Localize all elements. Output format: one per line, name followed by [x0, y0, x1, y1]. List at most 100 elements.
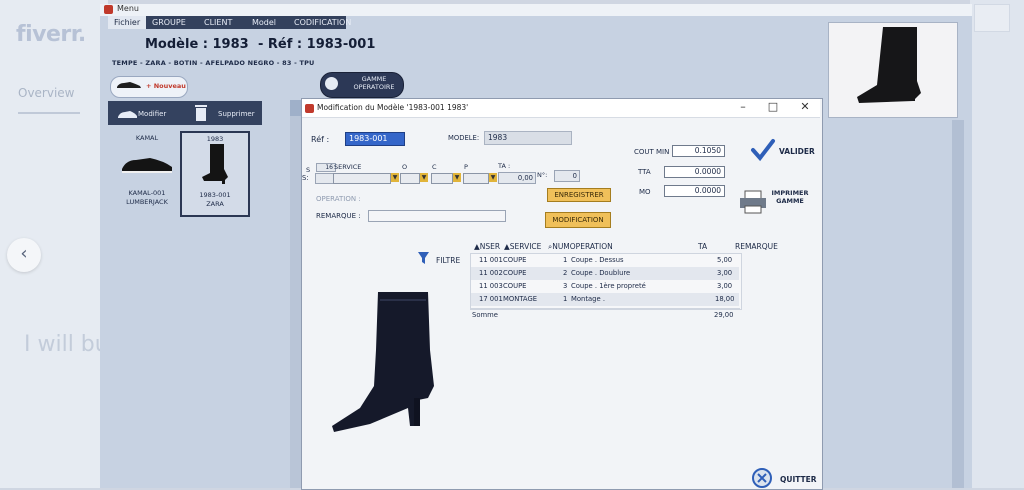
chevron-down-icon[interactable]: ▼ — [488, 173, 497, 182]
cell-service: MONTAGE — [503, 295, 538, 303]
app-titlebar — [100, 4, 972, 16]
column-header-remarque[interactable]: REMARQUE — [735, 242, 778, 251]
minimize-icon[interactable]: – — [734, 100, 752, 114]
exit-icon[interactable] — [752, 468, 772, 488]
cell-nser: 17 001 — [479, 295, 503, 303]
cell-ta: 3,00 — [717, 269, 733, 277]
dialog-icon — [305, 104, 314, 113]
gamme-operatoire-label: GAMME OPERATOIRE — [353, 75, 395, 91]
fiverr-logo: fiverr. — [16, 22, 86, 47]
o-label: O — [402, 163, 408, 171]
ta-label: TA : — [498, 162, 511, 170]
check-icon[interactable] — [750, 137, 776, 163]
table-row[interactable]: 11 001 COUPE 1 Coupe . Dessus 5,00 — [471, 254, 739, 267]
menu-groupe[interactable]: GROUPE — [146, 16, 192, 29]
modifier-button[interactable]: Modifier — [138, 110, 166, 118]
c-select[interactable] — [431, 173, 453, 184]
table-row[interactable]: 11 002 COUPE 2 Coupe . Doublure 3,00 — [471, 267, 739, 280]
menu-fichier[interactable]: Fichier — [108, 16, 147, 29]
model-card-1983[interactable]: 1983 1983-001 ZARA — [180, 131, 250, 217]
cell-operation: Coupe . 1ère propreté — [571, 282, 646, 290]
n-label: N°: — [537, 171, 548, 179]
remarque-label: REMARQUE : — [316, 212, 361, 220]
n-input[interactable]: 0 — [554, 170, 580, 182]
imprimer-gamme-button[interactable]: IMPRIMER GAMME — [770, 189, 810, 205]
menu-model[interactable]: Model — [246, 16, 282, 29]
chevron-down-icon[interactable]: ▼ — [452, 173, 461, 182]
cell-num: 3 — [563, 282, 568, 290]
column-header-numoperation[interactable]: ⌕NUMOPERATION — [548, 242, 613, 252]
table-row[interactable]: 17 001 MONTAGE 1 Montage . 18,00 — [471, 293, 739, 306]
modification-button[interactable]: MODIFICATION — [545, 212, 611, 228]
loafer-image — [122, 158, 172, 173]
filter-icon[interactable] — [417, 251, 430, 265]
gear-icon — [325, 77, 338, 90]
s-small-input[interactable]: 16 — [316, 163, 336, 172]
app-icon — [104, 5, 113, 14]
ref-label: Réf : — [311, 135, 330, 144]
tta-field[interactable]: 0.0000 — [664, 166, 725, 178]
cell-nser: 11 001 — [479, 256, 503, 264]
column-header-nser[interactable]: ▲NSER — [474, 242, 500, 251]
tta-label: TTA — [638, 168, 651, 176]
model-card-kamal[interactable]: KAMAL KAMAL-001 LUMBERJACK — [114, 131, 180, 213]
ref-input[interactable]: 1983-001 — [345, 132, 405, 146]
modele-input[interactable]: 1983 — [484, 131, 572, 145]
ta-input[interactable]: 0,00 — [498, 172, 536, 184]
boot-thumbnail — [202, 144, 228, 184]
page-title-model: Modèle : 1983 — [145, 37, 249, 52]
background-right-box — [974, 4, 1010, 32]
tab-codification[interactable]: CODIFICATION — [288, 16, 357, 29]
menu-client[interactable]: CLIENT — [198, 16, 238, 29]
mo-field[interactable]: 0.0000 — [664, 185, 725, 197]
card-brand: ZARA — [206, 200, 224, 208]
cout-min-label: COUT MIN — [634, 148, 670, 156]
filtre-button[interactable]: FILTRE — [436, 256, 460, 265]
p-select[interactable] — [463, 173, 489, 184]
chevron-down-icon[interactable]: ▼ — [390, 173, 399, 182]
maximize-icon[interactable]: □ — [764, 100, 782, 114]
s-label: S: — [302, 174, 309, 182]
trash-icon[interactable] — [193, 102, 209, 122]
chevron-down-icon[interactable]: ▼ — [419, 173, 428, 182]
page-title-ref: - Réf : 1983-001 — [258, 37, 376, 52]
service-label: SERVICE — [334, 163, 362, 171]
overview-tab[interactable]: Overview — [18, 86, 75, 100]
o-select[interactable] — [400, 173, 420, 184]
service-select[interactable] — [333, 173, 391, 184]
quitter-button[interactable]: QUITTER — [780, 475, 817, 484]
cell-service: COUPE — [503, 256, 527, 264]
supprimer-button[interactable]: Supprimer — [218, 110, 255, 118]
cell-nser: 11 002 — [479, 269, 503, 277]
remarque-input[interactable] — [368, 210, 506, 222]
card-brand: LUMBERJACK — [126, 198, 168, 206]
cout-min-field[interactable]: 0.1050 — [672, 145, 725, 157]
mo-label: MO — [639, 188, 651, 196]
cell-num: 1 — [563, 295, 568, 303]
cell-operation: Coupe . Dessus — [571, 256, 624, 264]
s-input[interactable] — [315, 173, 335, 184]
cell-ta: 3,00 — [717, 282, 733, 290]
card-title: KAMAL — [135, 134, 159, 142]
modele-label: MODELE: — [448, 134, 480, 142]
printer-icon[interactable] — [738, 190, 768, 214]
card-title: 1983 — [206, 135, 224, 143]
table-row[interactable]: 11 003 COUPE 3 Coupe . 1ère propreté 3,0… — [471, 280, 739, 293]
enregistrer-button[interactable]: ENREGISTRER — [547, 188, 611, 202]
prev-arrow-icon[interactable]: ‹ — [7, 238, 41, 272]
scrollbar[interactable] — [952, 120, 964, 488]
cell-service: COUPE — [503, 282, 527, 290]
gig-title: I will bu — [24, 332, 109, 357]
p-label: P — [464, 163, 468, 171]
overview-tab-underline — [18, 112, 80, 114]
column-header-service[interactable]: ▲SERVICE — [504, 242, 541, 251]
valider-button[interactable]: VALIDER — [779, 147, 815, 156]
close-icon[interactable]: ✕ — [796, 100, 814, 114]
edit-shoe-icon[interactable] — [116, 105, 138, 121]
s-top-label: S — [306, 166, 311, 174]
background-right-panel — [970, 0, 1024, 488]
grid-footer: Somme 29,00 — [470, 308, 740, 321]
app-title: Menu — [117, 4, 139, 13]
somme-value: 29,00 — [714, 311, 734, 319]
column-header-ta[interactable]: TA — [698, 242, 707, 251]
